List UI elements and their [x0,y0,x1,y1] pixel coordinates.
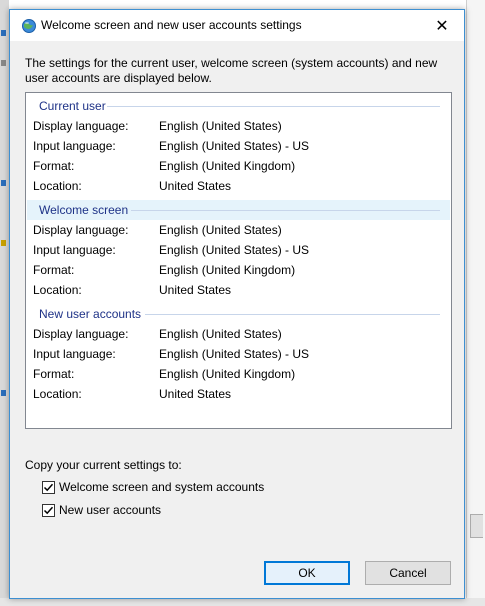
checkmark-icon [43,506,54,514]
list-item: Location: United States [33,280,447,300]
list-item: Location: United States [33,384,447,404]
list-item: Format: English (United Kingdom) [33,260,447,280]
settings-list[interactable]: Current user Display language: English (… [25,92,452,429]
welcome-screen-settings-dialog: Welcome screen and new user accounts set… [9,9,465,599]
setting-label: Location: [33,283,82,297]
list-item: Format: English (United Kingdom) [33,364,447,384]
setting-label: Location: [33,179,82,193]
dialog-description: The settings for the current user, welco… [25,56,438,85]
group-label: Welcome screen [39,203,129,217]
group-label: Current user [39,99,106,113]
close-button[interactable]: ✕ [420,10,464,41]
welcome-screen-checkbox[interactable] [42,480,55,494]
setting-value: English (United Kingdom) [159,263,296,277]
group-divider [145,314,440,315]
list-item: Input language: English (United States) … [33,136,447,156]
setting-label: Format: [33,263,75,277]
group-label: New user accounts [39,307,142,321]
background-icon-fragment [1,30,6,36]
background-icon-fragment [1,60,6,66]
setting-label: Format: [33,159,75,173]
setting-value: English (United States) - US [159,243,310,257]
setting-label: Input language: [33,243,116,257]
setting-value: English (United States) [159,119,282,133]
group-header-current-user[interactable]: Current user [27,96,450,116]
group-header-new-user-accounts[interactable]: New user accounts [27,304,450,324]
group-header-welcome-screen[interactable]: Welcome screen [27,200,450,220]
background-icon-fragment [1,180,6,186]
setting-label: Format: [33,367,75,381]
new-user-accounts-checkbox-row[interactable]: New user accounts [42,502,161,518]
list-item: Display language: English (United States… [33,220,447,240]
setting-value: English (United Kingdom) [159,367,296,381]
list-item: Input language: English (United States) … [33,240,447,260]
setting-value: English (United States) [159,327,282,341]
setting-value: United States [159,179,232,193]
ok-button[interactable]: OK [264,561,350,585]
checkbox-label[interactable]: New user accounts [59,503,161,517]
cancel-button[interactable]: Cancel [365,561,451,585]
list-item: Format: English (United Kingdom) [33,156,447,176]
group-divider [107,106,440,107]
setting-value: English (United States) [159,223,282,237]
background-window-left-edge [0,0,9,606]
welcome-screen-checkbox-row[interactable]: Welcome screen and system accounts [42,479,264,495]
checkbox-label[interactable]: Welcome screen and system accounts [59,480,264,494]
background-button-fragment [470,514,483,538]
setting-value: English (United States) - US [159,139,310,153]
setting-label: Display language: [33,223,129,237]
setting-label: Input language: [33,139,116,153]
list-item: Display language: English (United States… [33,116,447,136]
group-divider [131,210,440,211]
setting-label: Display language: [33,119,129,133]
background-icon-fragment [1,240,6,246]
close-icon: ✕ [435,17,449,35]
copy-settings-label: Copy your current settings to: [25,458,182,472]
dialog-title: Welcome screen and new user accounts set… [41,18,302,32]
checkmark-icon [43,483,54,491]
list-item: Input language: English (United States) … [33,344,447,364]
setting-value: United States [159,387,232,401]
list-item: Location: United States [33,176,447,196]
setting-label: Location: [33,387,82,401]
setting-value: English (United States) - US [159,347,310,361]
title-bar[interactable]: Welcome screen and new user accounts set… [10,10,464,41]
new-user-accounts-checkbox[interactable] [42,503,55,517]
setting-label: Input language: [33,347,116,361]
setting-label: Display language: [33,327,129,341]
setting-value: English (United Kingdom) [159,159,296,173]
list-item: Display language: English (United States… [33,324,447,344]
background-window-bottom-edge [0,598,485,606]
globe-icon [21,18,37,34]
background-icon-fragment [1,390,6,396]
setting-value: United States [159,283,232,297]
background-window-right-edge [466,0,485,606]
